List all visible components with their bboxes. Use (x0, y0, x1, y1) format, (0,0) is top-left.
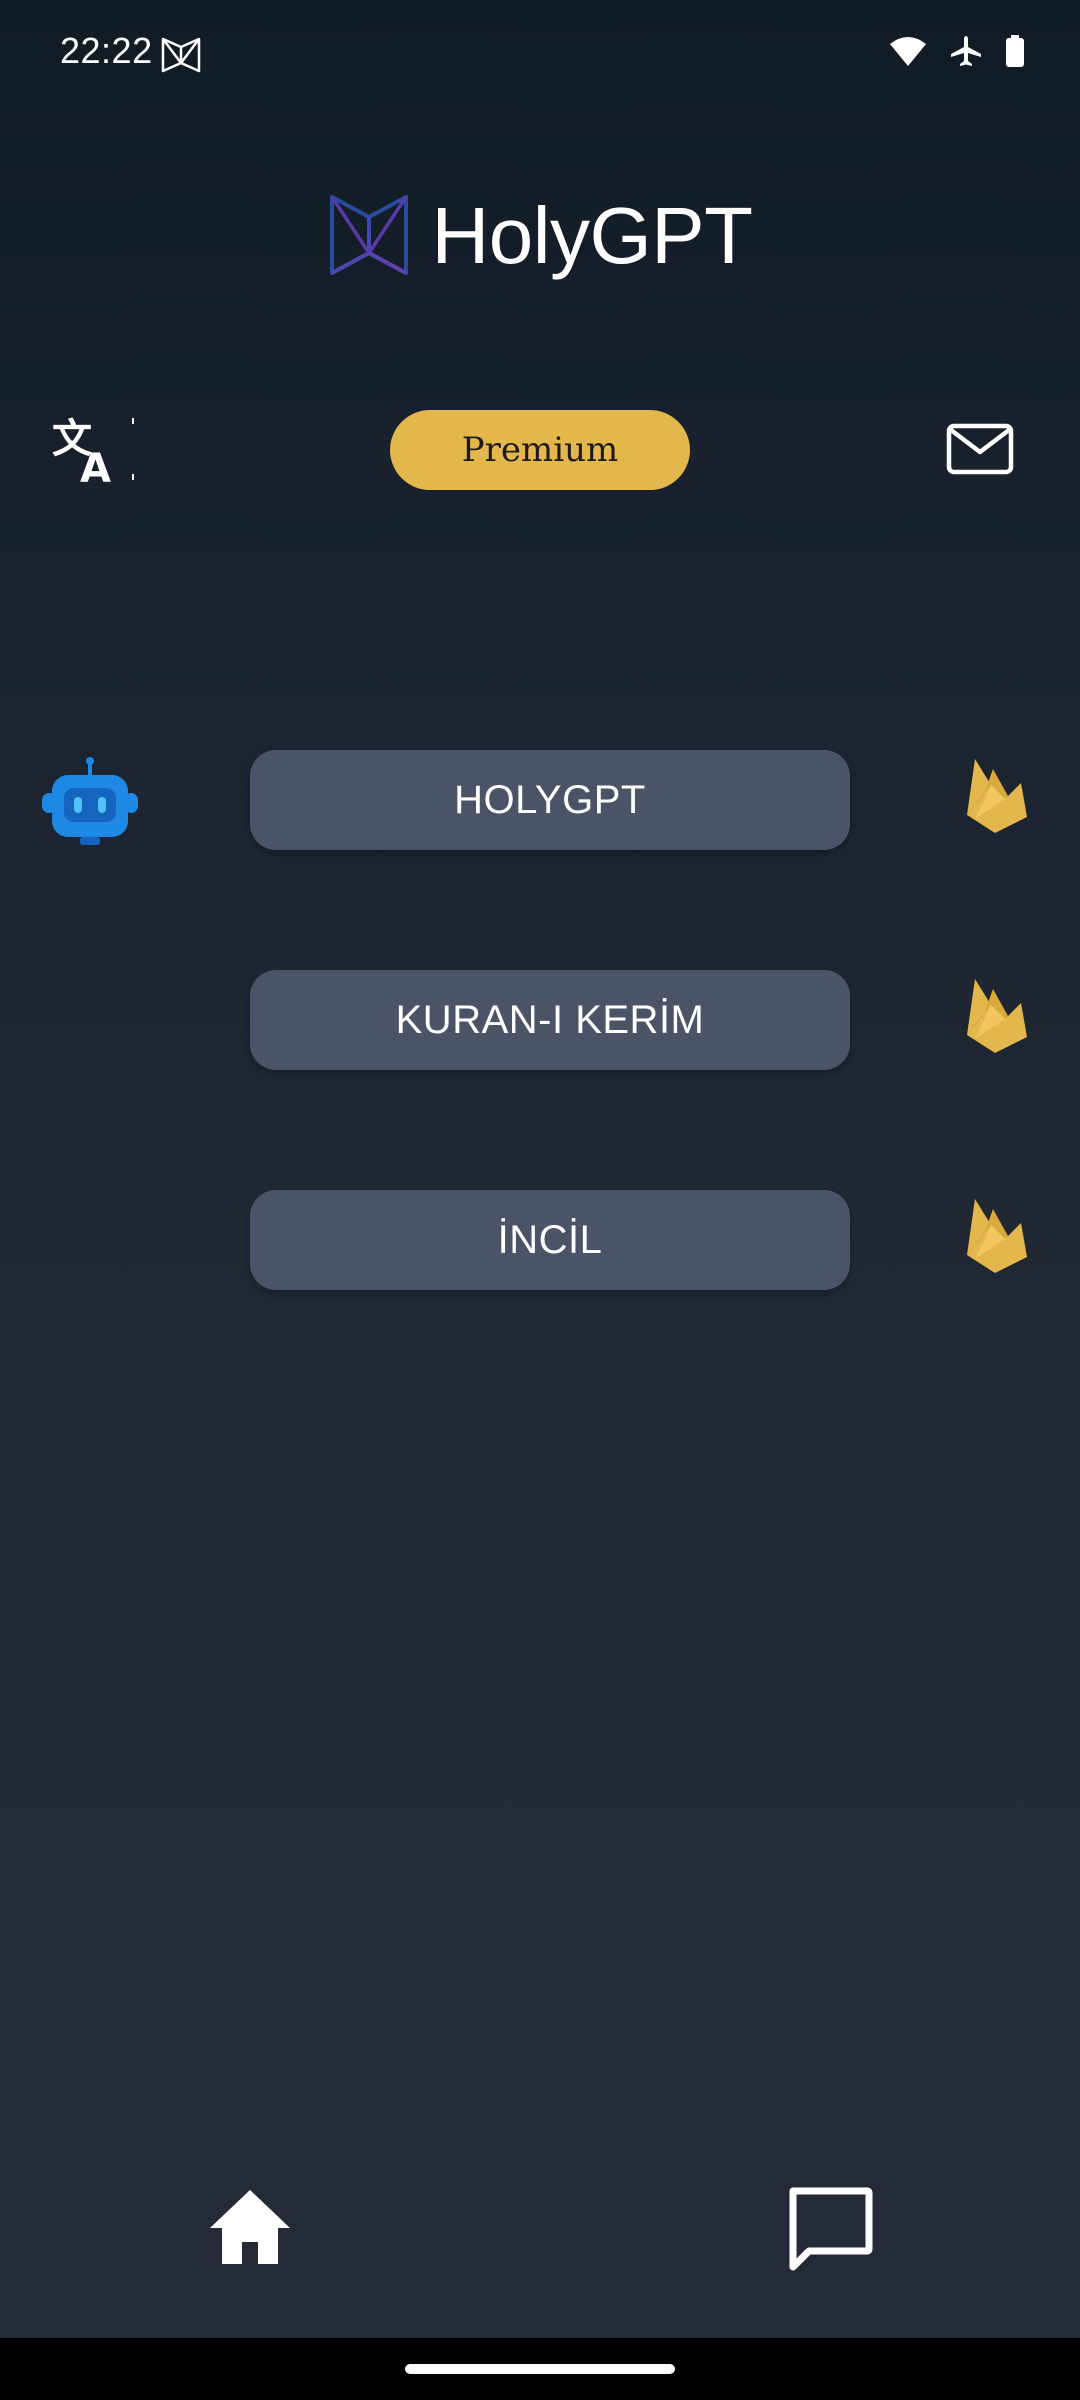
battery-icon (1006, 35, 1024, 67)
home-indicator[interactable] (405, 2364, 675, 2374)
airplane-icon (951, 36, 981, 66)
mail-icon[interactable] (945, 420, 1015, 480)
status-time: 22:22 (60, 30, 153, 71)
book-logo-icon (329, 195, 408, 275)
app-title: HolyGPT (431, 191, 754, 280)
app-logo-icon (161, 37, 201, 73)
premium-button[interactable]: Premium (390, 410, 690, 490)
svg-text:A: A (80, 446, 111, 490)
robot-icon[interactable] (40, 755, 140, 850)
chat-icon[interactable] (785, 2185, 875, 2275)
home-icon[interactable] (208, 2188, 292, 2268)
app-header: HolyGPT (0, 190, 1080, 282)
flame-icon[interactable] (965, 1195, 1030, 1275)
menu-item-holygpt[interactable]: HOLYGPT (250, 750, 850, 850)
status-bar: 22:22 (0, 0, 1080, 110)
menu-item-incil[interactable]: İNCİL (250, 1190, 850, 1290)
translate-icon[interactable]: 文 A (50, 410, 140, 490)
status-icons (889, 34, 1025, 68)
menu-item-kuran[interactable]: KURAN-I KERİM (250, 970, 850, 1070)
flame-icon[interactable] (965, 755, 1030, 835)
flame-icon[interactable] (965, 975, 1030, 1055)
wifi-icon (890, 37, 926, 66)
